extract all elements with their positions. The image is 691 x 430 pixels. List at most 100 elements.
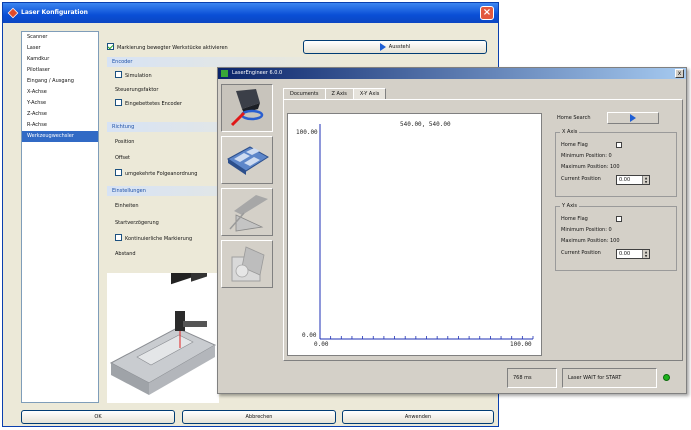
eingebettet-label: Eingebettetes Encoder xyxy=(125,101,182,107)
umgekehrt-checkbox-row[interactable]: umgekehrte Folgeanordnung xyxy=(115,169,197,179)
y-axis-group: Y Axis Home Flag Minimum Position: 0 Max… xyxy=(555,203,677,271)
spinner-arrows-icon[interactable]: ▲ ▼ xyxy=(642,176,649,184)
tab-z-axis[interactable]: Z Axis xyxy=(324,88,354,99)
x-current-position-value: 0.00 xyxy=(619,177,631,183)
x-axis-ticks xyxy=(319,336,534,339)
y-axis-legend: Y Axis xyxy=(560,203,580,209)
nav-item-kamdkur[interactable]: Kamdkur xyxy=(22,54,98,65)
y-home-flag-row: Home Flag xyxy=(561,215,622,224)
close-icon[interactable]: x xyxy=(675,69,684,78)
x-min-label: 0.00 xyxy=(314,341,329,348)
moving-parts-label: Markierung bewegter Werkstücke aktiviere… xyxy=(117,45,228,51)
anwenden-button[interactable]: Anwenden xyxy=(342,410,494,424)
ok-button[interactable]: OK xyxy=(21,410,175,424)
y-home-flag-checkbox[interactable] xyxy=(616,216,622,222)
nav-item-y-achse[interactable]: Y-Achse xyxy=(22,98,98,109)
moving-parts-checkbox[interactable] xyxy=(107,43,114,50)
object-tool-button[interactable] xyxy=(221,240,273,288)
nav-item-eingang-ausgang[interactable]: Eingang / Ausgang xyxy=(22,76,98,87)
umgekehrt-label: umgekehrte Folgeanordnung xyxy=(125,171,198,177)
beam-tool-button[interactable] xyxy=(221,188,273,236)
xy-plot-svg: 540.00, 540.00 100.00 0.00 0.00 100.00 xyxy=(296,121,534,348)
status-time: 768 ms xyxy=(507,368,557,388)
configuration-window-title: Laser Konfiguration xyxy=(21,9,88,16)
y-current-position-row: Current Position 0.00 ▲ ▼ xyxy=(561,249,650,259)
x-current-position-label: Current Position xyxy=(561,176,601,182)
simulation-checkbox[interactable] xyxy=(115,71,122,78)
tool-sidebar xyxy=(221,84,276,384)
nav-item-werkzeugwechsler[interactable]: Werkzeugwechsler xyxy=(22,131,98,142)
x-axis-group: X Axis Home Flag Minimum Position: 0 Max… xyxy=(555,129,677,197)
x-current-position-spinner[interactable]: 0.00 ▲ ▼ xyxy=(616,175,650,185)
tab-bar: Documents Z Axis X-Y Axis xyxy=(283,88,387,99)
beam-prism-icon xyxy=(229,195,268,232)
y-maximum-position: Maximum Position: 100 xyxy=(561,238,620,244)
status-bar: 768 ms Laser WAIT for START xyxy=(218,364,686,392)
ausstehl-button[interactable]: Ausstehl xyxy=(303,40,487,54)
eingebettet-checkbox-row[interactable]: Eingebettetes Encoder xyxy=(115,99,182,109)
position-label: Position xyxy=(115,139,135,145)
home-search-label: Home Search xyxy=(557,115,591,121)
x-current-position-row: Current Position 0.00 ▲ ▼ xyxy=(561,175,650,185)
kontinuierlich-label: Kontinuierliche Markierung xyxy=(125,236,193,242)
x-maximum-position: Maximum Position: 100 xyxy=(561,164,620,170)
nav-item-scanner[interactable]: Scanner xyxy=(22,32,98,43)
x-home-flag-row: Home Flag xyxy=(561,141,622,150)
startverzoegerung-label: Startverzögerung xyxy=(115,220,159,226)
y-max-label: 100.00 xyxy=(296,129,318,136)
coordinate-readout: 540.00, 540.00 xyxy=(400,121,451,128)
status-message: Laser WAIT for START xyxy=(562,368,657,388)
laser-head-tool-button[interactable] xyxy=(221,84,273,132)
laser-head-icon xyxy=(230,89,264,127)
laser-engineer-title: LaserEngineer 6.0.0 xyxy=(232,70,283,76)
y-current-position-value: 0.00 xyxy=(619,251,631,257)
kontinuierlich-checkbox[interactable] xyxy=(115,234,122,241)
axis-control-panel: Home Search X Axis Home Flag Minimum Pos… xyxy=(555,100,682,360)
simulation-checkbox-row[interactable]: Simulation xyxy=(115,71,152,81)
x-minimum-position: Minimum Position: 0 xyxy=(561,153,612,159)
spinner-arrows-icon[interactable]: ▲ ▼ xyxy=(642,250,649,258)
xy-plot-area[interactable]: 540.00, 540.00 100.00 0.00 0.00 100.00 xyxy=(287,113,542,356)
layout-grid-icon xyxy=(227,146,269,175)
y-current-position-label: Current Position xyxy=(561,250,601,256)
status-led-icon xyxy=(663,374,670,381)
y-current-position-spinner[interactable]: 0.00 ▲ ▼ xyxy=(616,249,650,259)
moving-parts-checkbox-row[interactable]: Markierung bewegter Werkstücke aktiviere… xyxy=(107,43,228,53)
nav-item-pilotlaser[interactable]: Pilotlaser xyxy=(22,65,98,76)
laser-engineer-window: LaserEngineer 6.0.0 x Documents Z Axis X… xyxy=(217,67,687,394)
abbrechen-button[interactable]: Abbrechen xyxy=(182,410,336,424)
nav-item-laser[interactable]: Laser xyxy=(22,43,98,54)
x-max-label: 100.00 xyxy=(510,341,532,348)
ausstehl-button-label: Ausstehl xyxy=(388,44,411,50)
einheiten-label: Einheiten xyxy=(115,203,139,209)
machine-illustration xyxy=(107,259,219,403)
x-y-axis-panel: 540.00, 540.00 100.00 0.00 0.00 100.00 H… xyxy=(283,99,683,361)
home-search-button[interactable] xyxy=(607,112,659,124)
3d-object-icon xyxy=(231,246,265,282)
x-home-flag-checkbox[interactable] xyxy=(616,142,622,148)
offset-label: Offset xyxy=(115,155,131,161)
close-icon[interactable]: × xyxy=(480,6,494,20)
configuration-titlebar[interactable]: Laser Konfiguration × xyxy=(3,3,498,23)
x-axis-legend: X Axis xyxy=(560,129,580,135)
nav-item-x-achse[interactable]: X-Achse xyxy=(22,87,98,98)
x-home-flag-label: Home Flag xyxy=(561,142,588,148)
y-home-flag-label: Home Flag xyxy=(561,216,588,222)
umgekehrt-checkbox[interactable] xyxy=(115,169,122,176)
eingebettet-checkbox[interactable] xyxy=(115,99,122,106)
settings-nav-list: Scanner Laser Kamdkur Pilotlaser Eingang… xyxy=(21,31,99,403)
layout-tool-button[interactable] xyxy=(221,136,273,184)
tab-x-y-axis[interactable]: X-Y Axis xyxy=(352,88,387,99)
simulation-label: Simulation xyxy=(125,73,152,79)
steuerungsfaktor-label: Steuerungsfaktor xyxy=(115,87,159,93)
nav-item-r-achse[interactable]: R-Achse xyxy=(22,120,98,131)
laser-engineer-titlebar[interactable]: LaserEngineer 6.0.0 x xyxy=(218,68,686,79)
kontinuierlich-checkbox-row[interactable]: Kontinuierliche Markierung xyxy=(115,234,192,244)
play-icon xyxy=(630,114,636,122)
play-icon xyxy=(379,42,386,51)
encoder-group-header: Encoder xyxy=(107,57,347,67)
nav-item-z-achse[interactable]: Z-Achse xyxy=(22,109,98,120)
tab-documents[interactable]: Documents xyxy=(283,88,326,99)
origin-label: 0.00 xyxy=(302,332,317,339)
laser-engineer-app-icon xyxy=(221,70,228,77)
